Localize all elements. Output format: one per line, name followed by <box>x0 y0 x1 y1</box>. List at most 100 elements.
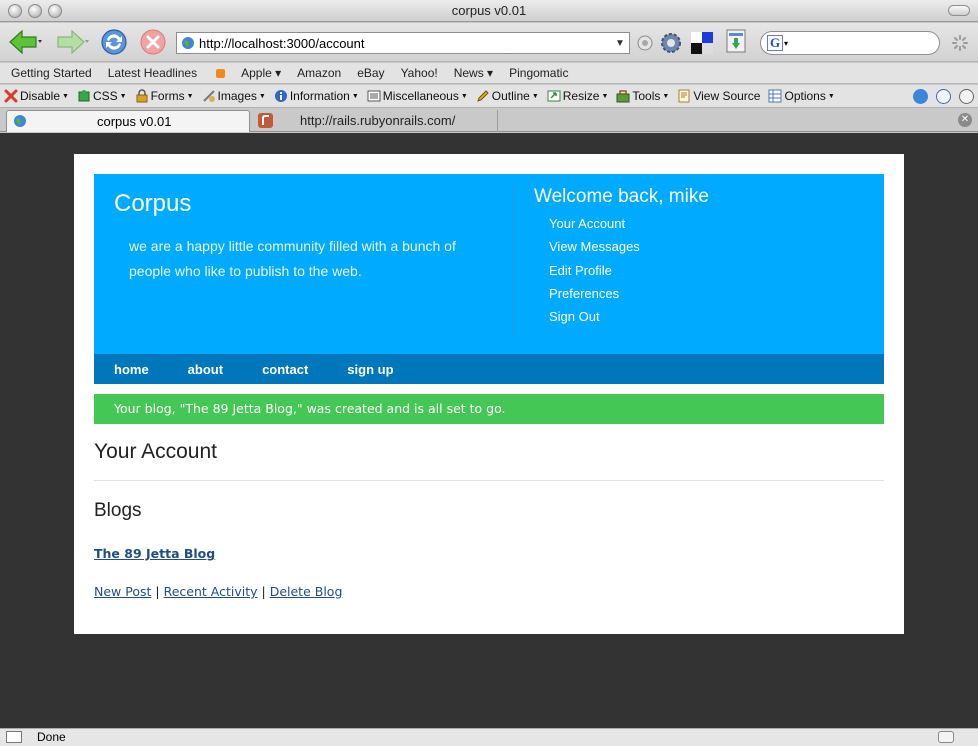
site-globe-icon <box>182 37 194 49</box>
dev-menu-label: Forms <box>150 89 185 103</box>
dev-menu-resize[interactable]: Resize ▼ <box>547 89 608 103</box>
welcome-heading: Welcome back, mike <box>534 186 709 207</box>
dev-menu-outline[interactable]: Outline ▼ <box>476 89 539 103</box>
bookmark-amazon[interactable]: Amazon <box>297 66 341 80</box>
recent-activity-link[interactable]: Recent Activity <box>164 584 258 599</box>
tab-label: http://rails.rubyonrails.com/ <box>300 113 456 128</box>
download-icon <box>726 29 746 53</box>
back-button[interactable] <box>6 28 46 56</box>
section-title-blogs: Blogs <box>94 500 142 521</box>
info-circle-icon[interactable] <box>936 89 951 104</box>
header-divider <box>513 186 514 338</box>
bookmark-label: Latest Headlines <box>107 66 198 80</box>
tab-rails[interactable]: http://rails.rubyonrails.com/ <box>252 110 498 132</box>
dev-menu-label: Tools <box>632 89 661 103</box>
search-engine-dropdown-icon[interactable]: ▾ <box>784 39 788 48</box>
dev-menu-disable[interactable]: Disable ▼ <box>4 89 69 103</box>
validation-check-icon[interactable] <box>913 89 928 104</box>
delicious-button[interactable] <box>690 31 714 55</box>
stop-button[interactable] <box>138 28 168 56</box>
user-nav-your-account[interactable]: Your Account <box>549 215 640 238</box>
dev-menu-label: Resize <box>562 89 600 103</box>
bookmark-ebay[interactable]: eBay <box>357 66 384 80</box>
user-nav-sign-out[interactable]: Sign Out <box>549 308 640 331</box>
tab-corpus[interactable]: corpus v0.01 <box>6 110 250 132</box>
forward-button[interactable] <box>52 28 92 56</box>
dev-menu-tools[interactable]: Tools ▼ <box>616 89 669 103</box>
navigation-toolbar: http://localhost:3000/account ▼ G ▾ <box>0 23 978 62</box>
outline-pencil-icon <box>476 90 489 102</box>
dropdown-arrow-icon: ▼ <box>531 92 539 100</box>
window-title: corpus v0.01 <box>451 3 527 18</box>
dropdown-arrow-icon: ▼ <box>460 92 468 100</box>
nav-about[interactable]: about <box>188 362 223 377</box>
blog-actions: New Post | Recent Activity | Delete Blog <box>94 584 342 599</box>
play-circle-icon[interactable] <box>959 89 974 104</box>
css-puzzle-icon <box>78 90 90 102</box>
view-source-document-icon <box>678 89 690 103</box>
bookmark-latest-headlines[interactable]: Latest Headlines <box>107 66 226 80</box>
nav-home[interactable]: home <box>114 362 149 377</box>
dev-menu-label: Options <box>784 89 826 103</box>
tab-label: corpus v0.01 <box>97 114 172 129</box>
bookmark-yahoo[interactable]: Yahoo! <box>401 66 438 80</box>
go-icon <box>637 35 653 51</box>
bookmark-getting-started[interactable]: Getting Started <box>11 66 92 80</box>
dev-menu-options[interactable]: Options ▼ <box>768 89 835 103</box>
forward-arrow-icon <box>57 29 89 55</box>
nav-sign-up[interactable]: sign up <box>347 362 393 377</box>
close-window-button[interactable] <box>8 4 22 18</box>
url-text[interactable]: http://localhost:3000/account <box>199 36 611 51</box>
status-text: Done <box>37 730 66 744</box>
bookmark-pingomatic[interactable]: Pingomatic <box>509 66 568 80</box>
close-tab-icon[interactable]: ✕ <box>958 113 972 127</box>
page-title: Your Account <box>94 440 217 463</box>
activity-spinner-icon <box>952 35 968 51</box>
user-nav-edit-profile[interactable]: Edit Profile <box>549 262 640 285</box>
site-brand[interactable]: Corpus <box>114 190 191 218</box>
new-post-link[interactable]: New Post <box>94 584 151 599</box>
dev-status-icons <box>905 89 974 104</box>
bookmark-news[interactable]: News ▾ <box>454 66 493 80</box>
delicious-icon <box>691 32 713 54</box>
minimize-window-button[interactable] <box>28 4 42 18</box>
user-nav-preferences[interactable]: Preferences <box>549 285 640 308</box>
settings-button[interactable] <box>658 30 684 56</box>
flash-message: Your blog, "The 89 Jetta Blog," was crea… <box>94 394 884 424</box>
miscellaneous-list-icon <box>367 90 381 102</box>
main-nav: home about contact sign up <box>94 354 884 384</box>
dev-menu-information[interactable]: Information ▼ <box>274 89 359 103</box>
url-dropdown-icon[interactable]: ▼ <box>611 38 629 49</box>
toolbar-toggle-button[interactable] <box>948 5 970 16</box>
user-nav-view-messages[interactable]: View Messages <box>549 238 640 261</box>
tools-toolbox-icon <box>616 90 630 103</box>
address-bar[interactable]: http://localhost:3000/account ▼ <box>176 32 630 54</box>
dev-menu-css[interactable]: CSS ▼ <box>77 89 127 103</box>
dev-view-source[interactable]: View Source <box>677 89 760 103</box>
download-button[interactable] <box>724 28 748 58</box>
back-arrow-icon <box>9 29 42 55</box>
search-box[interactable]: G ▾ <box>760 31 940 55</box>
dev-menu-label: Miscellaneous <box>382 89 459 103</box>
throbber <box>950 35 970 51</box>
dev-menu-miscellaneous[interactable]: Miscellaneous ▼ <box>367 89 468 103</box>
dropdown-arrow-icon: ▼ <box>62 92 69 100</box>
blog-link[interactable]: The 89 Jetta Blog <box>94 546 215 561</box>
delete-blog-link[interactable]: Delete Blog <box>270 584 343 599</box>
dev-menu-forms[interactable]: Forms ▼ <box>135 89 194 103</box>
go-button[interactable] <box>636 33 654 53</box>
reload-button[interactable] <box>98 27 130 57</box>
action-separator: | <box>155 584 160 599</box>
options-grid-icon <box>768 89 782 103</box>
nav-contact[interactable]: contact <box>262 362 308 377</box>
status-page-icon <box>6 731 22 743</box>
dev-menu-images[interactable]: Images ▼ <box>202 89 266 103</box>
dev-menu-label: Images <box>217 89 257 103</box>
dev-menu-label: Disable <box>20 89 61 103</box>
images-icon <box>202 90 215 102</box>
google-search-engine-icon[interactable]: G <box>767 35 783 51</box>
zoom-window-button[interactable] <box>48 4 62 18</box>
bookmark-apple[interactable]: Apple ▾ <box>241 66 281 80</box>
bookmarks-toolbar: Getting Started Latest Headlines Apple ▾… <box>0 63 978 84</box>
status-speech-bubble-icon[interactable] <box>938 731 954 743</box>
